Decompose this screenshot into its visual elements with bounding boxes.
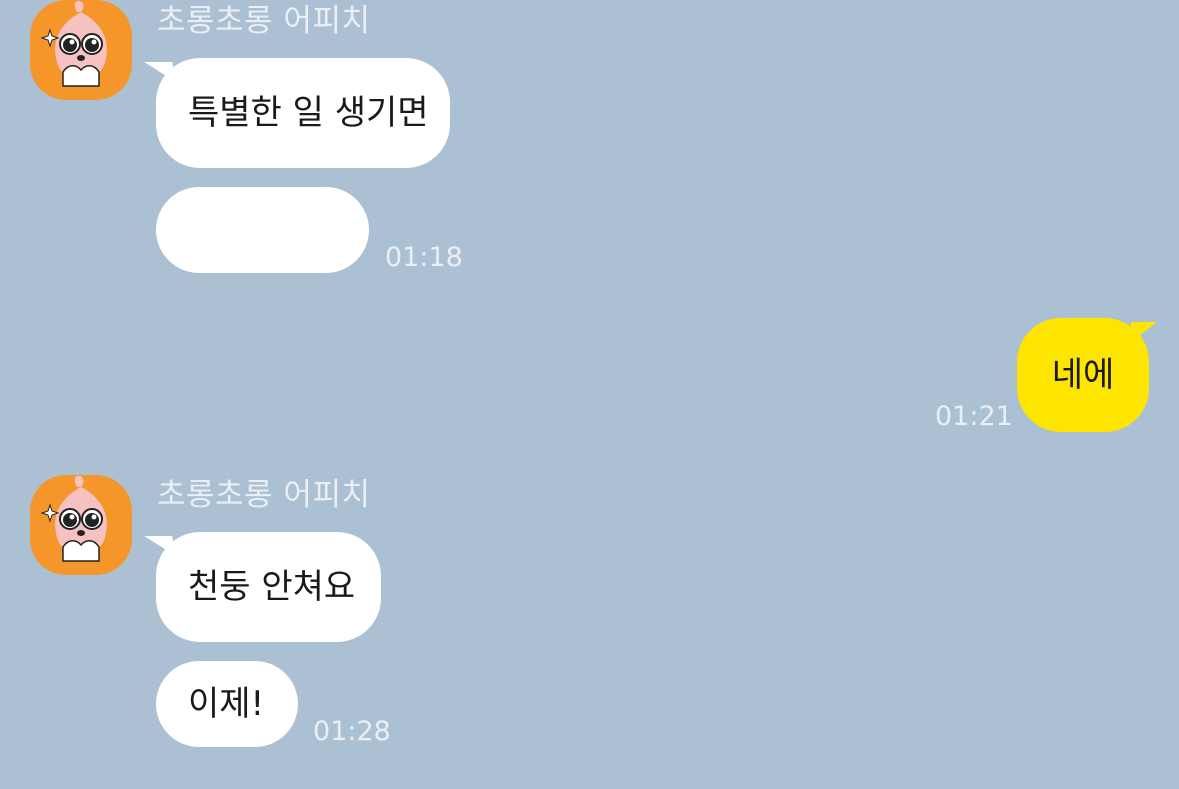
message-bubble[interactable]: 특별한 일 생기면 — [156, 58, 450, 168]
message-text: 특별한 일 생기면 — [188, 93, 429, 133]
message-text: 천둥 안쳐요 — [188, 567, 356, 607]
apeach-avatar-icon[interactable] — [30, 0, 132, 100]
message-bubble-blank[interactable] — [156, 187, 369, 273]
sender-name: 초롱초롱 어피치 — [157, 3, 371, 39]
message-text: 네에 — [1051, 355, 1115, 395]
message-text: 이제! — [188, 684, 265, 724]
message-timestamp: 01:28 — [313, 716, 391, 747]
sender-name: 초롱초롱 어피치 — [157, 477, 371, 513]
chat-room: 초롱초롱 어피치 특별한 일 생기면 01:18 01:21 네에 초롱초롱 어… — [0, 0, 1179, 789]
message-timestamp: 01:18 — [385, 242, 463, 273]
message-bubble[interactable]: 천둥 안쳐요 — [156, 532, 381, 642]
message-timestamp: 01:21 — [935, 401, 1013, 432]
message-bubble[interactable]: 이제! — [156, 661, 298, 747]
apeach-avatar-icon[interactable] — [30, 475, 132, 575]
my-message-bubble[interactable]: 네에 — [1017, 318, 1157, 432]
